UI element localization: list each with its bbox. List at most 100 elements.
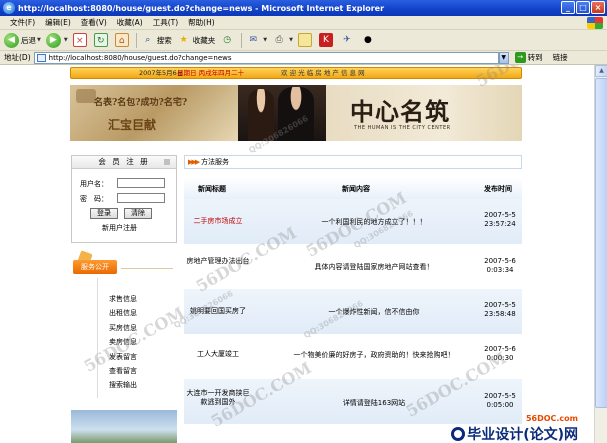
clear-button[interactable]: 清除 (124, 208, 152, 219)
login-header: 会 员 注 册 (72, 156, 176, 169)
search-button[interactable]: ⌕ 搜索 (141, 33, 172, 47)
table-row[interactable]: 房地产管理办法出台 具体内容请登陆国家房地产网站查看！ 2007-5-6 0:0… (184, 244, 522, 289)
mail-button[interactable]: ✉ ▼ (246, 33, 267, 47)
vertical-scrollbar[interactable]: ▲ (594, 65, 607, 443)
lunar-date: 星期日 丙戌年四月二十 (177, 69, 245, 77)
home-icon: ⌂ (114, 33, 129, 47)
service-ribbon-label: 服务公开 (73, 260, 117, 274)
menu-edit[interactable]: 编辑(E) (45, 17, 71, 28)
news-title[interactable]: 二手房市场成立 (186, 217, 250, 226)
section-header: ▶▶▶ 方法服务 (184, 155, 522, 169)
toolbar: ◀ 后退 ▼ ▶ ▼ × ↻ ⌂ ⌕ 搜索 ★ 收藏夹 ◷ ✉ ▼ ⎙ ▼ K … (0, 30, 607, 51)
login-button[interactable]: 登录 (90, 208, 118, 219)
welcome-text: 欢 迎 光 临 房 地 产 信 息 网 (281, 69, 365, 77)
news-title[interactable]: 大连市一开发商挟巨款逃到国外 (186, 389, 250, 407)
link-sale-info[interactable]: 求售信息 (109, 294, 137, 304)
address-url: http://localhost:8080/house/guest.do?cha… (48, 53, 232, 62)
search-label: 搜索 (156, 35, 172, 45)
forward-dropdown-icon[interactable]: ▼ (64, 37, 68, 43)
bottom-thumbnail (71, 410, 177, 443)
refresh-icon: ↻ (93, 33, 108, 47)
username-input[interactable] (117, 178, 165, 188)
links-button[interactable]: 链接 (553, 52, 568, 63)
member-login-box: 会 员 注 册 用户名： 密 码： 登录 清除 新用户注册 (71, 155, 177, 243)
news-title[interactable]: 姚明要回国买房了 (186, 307, 250, 316)
menu-view[interactable]: 查看(V) (81, 17, 107, 28)
menu-favorites[interactable]: 收藏(A) (117, 17, 143, 28)
windows-flag-icon (587, 17, 603, 29)
table-row[interactable]: 二手房市场成立 一个利国利民的地方成立了！！！ 2007-5-5 23:57:2… (184, 199, 522, 244)
banner-ad: 名表?名包?成功?名宅? 汇宝巨献 中心名筑 THE HUMAN IS THE … (70, 85, 522, 141)
news-content: 一个爆炸性新闻，信不信由你 (328, 308, 420, 316)
refresh-button[interactable]: ↻ (93, 33, 110, 47)
link-sell-info[interactable]: 卖房信息 (109, 337, 137, 347)
minimize-button[interactable]: _ (561, 1, 575, 14)
news-title[interactable]: 房地产管理办法出台 (186, 257, 250, 266)
qq-button[interactable]: ● (361, 33, 377, 47)
header-deco-icon (164, 159, 170, 165)
login-header-label: 会 员 注 册 (98, 157, 150, 166)
back-button[interactable]: ◀ 后退 ▼ (4, 32, 41, 48)
search-icon: ⌕ (145, 35, 151, 45)
link-search[interactable]: 搜索输出 (109, 380, 137, 390)
stop-button[interactable]: × (72, 33, 89, 47)
link-rent-info[interactable]: 出租信息 (109, 308, 137, 318)
logo-brand-label: 毕业设计(论文)网 (467, 427, 578, 443)
messenger-button[interactable]: ✈ (340, 33, 356, 47)
maximize-button[interactable]: □ (576, 1, 590, 14)
scroll-up-icon[interactable]: ▲ (595, 65, 607, 77)
back-dropdown-icon[interactable]: ▼ (37, 37, 41, 43)
logo-brand-text: 毕业设计(论文)网 (451, 424, 578, 443)
news-time: 23:57:24 (484, 220, 516, 228)
chevron-right-icon: ▶▶▶ (188, 158, 200, 166)
banner-right-subtitle: THE HUMAN IS THE CITY CENTER (354, 125, 451, 131)
link-buy-info[interactable]: 买房信息 (109, 323, 137, 333)
table-header: 新闻标题 新闻内容 发布时间 (184, 177, 522, 199)
ie-logo-icon: e (3, 2, 15, 14)
menu-tools[interactable]: 工具(T) (153, 17, 178, 28)
address-dropdown-icon[interactable]: ▼ (498, 51, 509, 64)
home-button[interactable]: ⌂ (114, 33, 131, 47)
menu-help[interactable]: 帮助(H) (188, 17, 215, 28)
man-figure (278, 87, 314, 141)
link-post-message[interactable]: 发表留言 (109, 352, 137, 362)
menu-bar: 文件(F) 编辑(E) 查看(V) 收藏(A) 工具(T) 帮助(H) (0, 16, 607, 30)
print-dropdown-icon[interactable]: ▼ (289, 37, 293, 43)
close-button[interactable]: × (591, 1, 605, 14)
menu-file[interactable]: 文件(F) (10, 17, 35, 28)
toolbar-separator (135, 32, 137, 48)
news-date: 2007-5-6 (484, 345, 516, 353)
register-link[interactable]: 新用户注册 (102, 223, 137, 233)
favorites-label: 收藏夹 (192, 35, 216, 45)
back-arrow-icon: ◀ (4, 32, 19, 48)
section-title: 方法服务 (201, 158, 229, 166)
address-input[interactable]: http://localhost:8080/house/guest.do?cha… (33, 51, 499, 64)
mail-dropdown-icon[interactable]: ▼ (263, 37, 267, 43)
news-content: 一个物美价廉的好房子，政府资助的！快来抢购吧！ (293, 351, 455, 359)
news-time: 0:05:00 (486, 401, 514, 409)
col-content: 新闻内容 (342, 185, 370, 193)
favorites-button[interactable]: ★ 收藏夹 (177, 33, 216, 47)
news-title[interactable]: 工人大厦竣工 (186, 350, 250, 359)
news-date: 2007-5-6 (484, 257, 516, 265)
discuss-button[interactable]: K (318, 33, 335, 47)
edit-button[interactable] (297, 33, 314, 47)
history-button[interactable]: ◷ (220, 33, 236, 47)
password-input[interactable] (117, 193, 165, 203)
info-panel: 服务公开 求售信息 出租信息 买房信息 卖房信息 发表留言 查看留言 搜索输出 (71, 248, 177, 405)
table-row[interactable]: 姚明要回国买房了 一个爆炸性新闻，信不信由你 2007-5-5 23:58:48 (184, 289, 522, 334)
link-view-messages[interactable]: 查看留言 (109, 366, 137, 376)
toolbar-separator (241, 32, 243, 48)
star-icon: ★ (179, 35, 188, 45)
folder-icon (297, 33, 312, 47)
go-button[interactable]: → 转到 (514, 52, 543, 63)
banner-left: 名表?名包?成功?名宅? 汇宝巨献 (70, 85, 238, 141)
table-row[interactable]: 工人大厦竣工 一个物美价廉的好房子，政府资助的！快来抢购吧！ 2007-5-6 … (184, 334, 522, 379)
print-button[interactable]: ⎙ ▼ (272, 33, 293, 47)
forward-button[interactable]: ▶ ▼ (45, 32, 68, 48)
go-label: 转到 (527, 53, 543, 62)
banner-photo (238, 85, 326, 141)
news-date: 2007-5-5 (484, 392, 516, 400)
penguin-icon: ● (364, 35, 372, 45)
scroll-thumb[interactable] (595, 78, 607, 408)
